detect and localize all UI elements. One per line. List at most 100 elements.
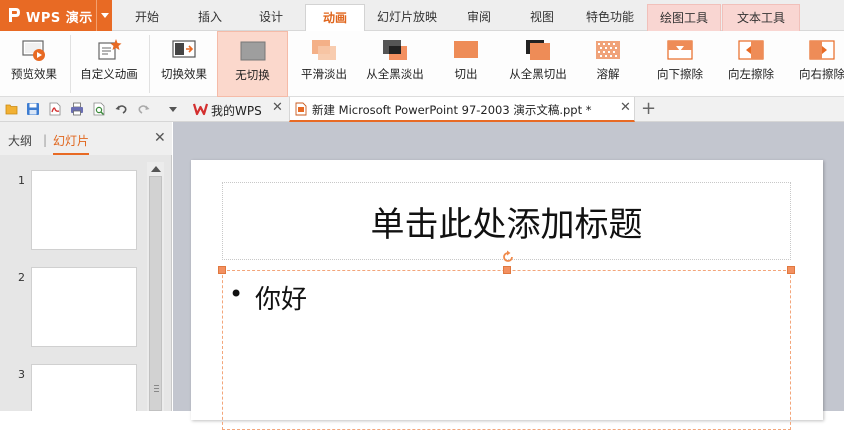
panel-tabs: 大纲 | 幻灯片 ✕ xyxy=(0,122,172,155)
cut-through-black-button[interactable]: 从全黑切出 xyxy=(504,31,572,97)
tab-outline[interactable]: 大纲 xyxy=(8,132,32,149)
menu-bar: WPS 演示 开始 插入 设计 动画 幻灯片放映 审阅 视图 特色功能 绘图工具… xyxy=(0,0,844,31)
open-icon[interactable] xyxy=(5,102,19,116)
ribbon-label: 向右擦除 xyxy=(799,67,844,81)
ribbon-label: 向下擦除 xyxy=(657,67,703,81)
tab-review[interactable]: 审阅 xyxy=(455,4,503,31)
tab-label: 我的WPS xyxy=(211,104,262,118)
slide-thumbnail[interactable] xyxy=(31,267,137,347)
ribbon-label: 平滑淡出 xyxy=(301,67,347,81)
slide-number: 1 xyxy=(18,174,25,187)
ribbon-label: 向左擦除 xyxy=(728,67,774,81)
resize-handle[interactable] xyxy=(218,266,226,274)
slide-canvas[interactable]: 单击此处添加标题 • 你好 xyxy=(191,160,823,430)
dissolve-button[interactable]: 溶解 xyxy=(582,31,634,97)
print-icon[interactable] xyxy=(70,102,84,116)
content-text[interactable]: 你好 xyxy=(255,279,307,316)
app-title: WPS 演示 xyxy=(26,11,93,26)
scroll-up-icon[interactable] xyxy=(151,166,161,172)
close-tab-icon[interactable]: ✕ xyxy=(272,100,283,115)
ribbon-divider xyxy=(149,35,150,93)
custom-animation-button[interactable]: 自定义动画 xyxy=(74,31,144,97)
undo-icon[interactable] xyxy=(114,102,128,116)
tab-animation[interactable]: 动画 xyxy=(305,4,365,31)
tab-document[interactable]: 新建 Microsoft PowerPoint 97-2003 演示文稿.ppt… xyxy=(289,97,635,122)
save-icon[interactable] xyxy=(26,102,40,116)
print-preview-icon[interactable] xyxy=(92,102,106,116)
custom-animation-icon xyxy=(98,39,122,60)
cut-icon xyxy=(454,41,478,58)
scrollbar-thumb[interactable] xyxy=(149,176,162,411)
ribbon: 预览效果 自定义动画 切换效果 无切换 平滑淡出 从全黑淡出 切出 从全黑切出 … xyxy=(0,31,844,97)
rotate-handle-icon[interactable] xyxy=(501,250,515,264)
tab-insert[interactable]: 插入 xyxy=(186,4,234,31)
grip-line xyxy=(154,388,159,389)
tab-special-features[interactable]: 特色功能 xyxy=(578,4,642,31)
no-transition-icon xyxy=(240,41,265,61)
wps-home-icon xyxy=(193,103,208,116)
slide-number: 3 xyxy=(18,368,25,381)
slide-thumbnail[interactable] xyxy=(31,170,137,250)
ribbon-label: 从全黑切出 xyxy=(509,67,567,81)
redo-icon[interactable] xyxy=(137,102,151,116)
tab-slideshow[interactable]: 幻灯片放映 xyxy=(372,4,442,31)
tab-text-tools[interactable]: 文本工具 xyxy=(722,4,800,31)
preview-effect-button[interactable]: 预览效果 xyxy=(2,31,66,97)
close-tab-icon[interactable]: ✕ xyxy=(620,100,631,115)
transition-effect-button[interactable]: 切换效果 xyxy=(153,31,215,97)
ribbon-label: 预览效果 xyxy=(11,67,57,81)
ribbon-label: 切换效果 xyxy=(161,67,207,81)
tab-label: 新建 Microsoft PowerPoint 97-2003 演示文稿.ppt… xyxy=(312,103,592,117)
smooth-fade-icon xyxy=(312,40,336,60)
export-pdf-icon[interactable] xyxy=(48,102,62,116)
title-placeholder[interactable]: 单击此处添加标题 xyxy=(222,182,791,260)
tab-view[interactable]: 视图 xyxy=(518,4,566,31)
new-tab-icon[interactable]: + xyxy=(641,98,656,119)
smooth-fade-button[interactable]: 平滑淡出 xyxy=(291,31,357,97)
ribbon-label: 切出 xyxy=(454,67,478,81)
cut-through-black-icon xyxy=(526,40,550,60)
tab-divider: | xyxy=(43,133,48,147)
slide-number: 2 xyxy=(18,271,25,284)
wipe-right-button[interactable]: 向右擦除 xyxy=(790,31,844,97)
app-dropdown-icon[interactable] xyxy=(96,0,112,31)
dissolve-icon xyxy=(596,41,620,59)
grip-line xyxy=(154,385,159,386)
cut-button[interactable]: 切出 xyxy=(438,31,494,97)
slides-panel: 大纲 | 幻灯片 ✕ 1 2 3 xyxy=(0,122,172,411)
content-textbox[interactable]: • 你好 xyxy=(222,270,791,430)
wipe-down-button[interactable]: 向下擦除 xyxy=(648,31,712,97)
no-transition-button[interactable]: 无切换 xyxy=(217,31,288,97)
thumbnail-scrollbar[interactable] xyxy=(147,162,164,411)
close-panel-icon[interactable]: ✕ xyxy=(154,130,166,146)
resize-handle[interactable] xyxy=(787,266,795,274)
tab-start[interactable]: 开始 xyxy=(123,4,171,31)
wipe-left-icon xyxy=(738,40,764,60)
slide-thumbnail[interactable] xyxy=(31,364,137,411)
ppt-file-icon xyxy=(295,102,307,116)
wps-logo-icon xyxy=(9,8,20,22)
tab-design[interactable]: 设计 xyxy=(247,4,295,31)
transition-effect-icon xyxy=(172,40,196,58)
title-placeholder-text: 单击此处添加标题 xyxy=(370,205,643,245)
resize-handle[interactable] xyxy=(503,266,511,274)
wipe-right-icon xyxy=(809,40,835,60)
ribbon-label: 无切换 xyxy=(235,68,270,82)
app-menu-button[interactable]: WPS 演示 xyxy=(0,0,112,31)
slide-editing-area: 单击此处添加标题 • 你好 xyxy=(173,122,844,430)
tab-my-wps[interactable]: 我的WPS ✕ xyxy=(187,97,288,122)
fade-through-black-icon xyxy=(383,40,407,60)
wipe-left-button[interactable]: 向左擦除 xyxy=(719,31,783,97)
ribbon-label: 自定义动画 xyxy=(80,67,138,81)
ribbon-label: 溶解 xyxy=(596,67,620,81)
ribbon-divider xyxy=(70,35,71,93)
bullet-icon: • xyxy=(229,280,244,308)
preview-effect-icon xyxy=(22,40,45,61)
ribbon-label: 从全黑淡出 xyxy=(366,67,424,81)
tab-drawing-tools[interactable]: 绘图工具 xyxy=(647,4,721,31)
fade-through-black-button[interactable]: 从全黑淡出 xyxy=(361,31,429,97)
wipe-down-icon xyxy=(667,40,693,60)
tab-slides[interactable]: 幻灯片 xyxy=(53,132,90,155)
more-dropdown-icon[interactable] xyxy=(166,102,180,116)
grip-line xyxy=(154,391,159,392)
